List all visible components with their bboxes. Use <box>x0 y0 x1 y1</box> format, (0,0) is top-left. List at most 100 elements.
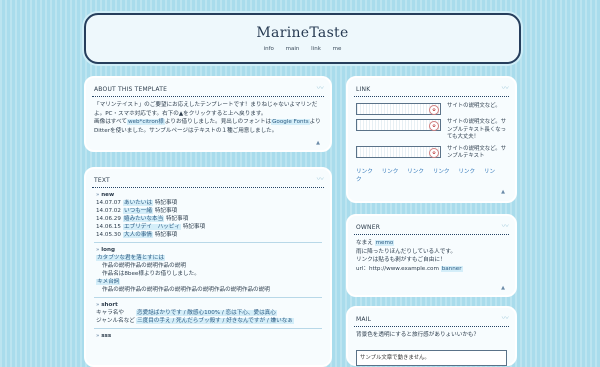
item-date: 14.07.07 <box>96 200 121 206</box>
mail-title-text: MAIL <box>356 316 372 323</box>
item-link[interactable]: いつも一緒 <box>123 208 153 214</box>
nav-link[interactable]: link <box>311 46 321 52</box>
item-date: 14.05.30 <box>96 232 121 238</box>
text-link[interactable]: リンク <box>458 169 475 175</box>
link-title: LINK 〰 <box>354 78 509 97</box>
link-title-text: LINK <box>356 86 371 93</box>
nav-info[interactable]: info <box>264 46 274 52</box>
about-title-text: ABOUT THIS TEMPLATE <box>94 86 168 93</box>
back-to-top-icon[interactable]: ▲ <box>501 189 505 195</box>
about-panel: ABOUT THIS TEMPLATE 〰 「マリンテイスト」のご要望にお応えし… <box>84 76 332 152</box>
banner-icon: ✿ <box>429 121 439 131</box>
owner-line-2: 雨に降ったりほんだりしている人です。 <box>356 248 456 255</box>
about-text-2a: 画像はすべて <box>94 119 127 125</box>
list-item: 14.07.07 あいたいは 特記事項 <box>96 199 322 207</box>
banner-desc: サイトの説明文など。サンプルテキスト長くなっても大丈夫！ <box>447 119 507 140</box>
nav-me[interactable]: me <box>333 46 342 52</box>
banner-desc: サイトの説明文など。サンプルテキスト <box>447 145 507 160</box>
long-section: long カタブツな君を落とすには 作品の説明作品の説明作品の説明 作品名は8b… <box>86 243 330 294</box>
item-date: 14.07.02 <box>96 208 121 214</box>
about-body: 「マリンテイスト」のご要望にお応えしたテンプレートです！まりねじゃないよマリンだ… <box>86 97 330 139</box>
link-banner[interactable]: ✿ <box>356 119 441 131</box>
section-heading: sss <box>96 332 322 340</box>
link-panel: LINK 〰 ✿ サイトの説明文など。 ✿ サイトの説明文など。サンプルテキスト… <box>346 76 517 203</box>
list-item: ジャンル名など 三度目の手え / 死んだらブッ殺す / 好きなんですが / 嫌いな… <box>96 317 322 325</box>
wave-icon: 〰 <box>316 175 324 183</box>
about-title: ABOUT THIS TEMPLATE 〰 <box>92 78 324 97</box>
section-heading: new <box>96 191 322 199</box>
item-link[interactable]: エブリデイ ハッピィ <box>123 224 181 230</box>
link-banner[interactable]: ✿ <box>356 145 441 158</box>
site-title[interactable]: MarineTaste <box>86 25 519 41</box>
wave-icon: 〰 <box>501 314 509 322</box>
story-link[interactable]: カタブツな君を落とすには <box>96 255 165 261</box>
about-text-1: 「マリンテイスト」のご要望にお応えしたテンプレートです！まりねじゃないよマリンだ… <box>94 102 318 117</box>
list-item: 14.06.29 嬉みたいな本当 特記事項 <box>96 215 322 223</box>
back-to-top-icon[interactable]: ▲ <box>316 140 320 146</box>
credit-link-webcitron[interactable]: web*citron様 <box>126 119 165 125</box>
text-link[interactable]: リンク <box>356 169 373 175</box>
link-banner-item: ✿ サイトの説明文など。サンプルテキスト長くなっても大丈夫！ <box>356 119 507 142</box>
back-to-top-icon[interactable]: ▲ <box>501 285 505 291</box>
story-link[interactable]: キメ台詞 <box>96 279 121 285</box>
row-links[interactable]: 三度目の手え / 死んだらブッ殺す / 好きなんですが / 嫌いなぁ <box>136 318 294 324</box>
item-note: 特記事項 <box>182 224 206 230</box>
item-link[interactable]: あいたいは <box>123 200 153 206</box>
row-label: ジャンル名など <box>96 318 135 324</box>
banner-icon: ✿ <box>429 105 439 115</box>
item-link[interactable]: 嬉みたいな本当 <box>123 216 165 222</box>
row-links[interactable]: 恋愛話ばかりです / 敵感心100% / 恋は下心、愛は真心 <box>136 310 277 316</box>
banner-icon: ✿ <box>429 147 439 158</box>
mail-panel: MAIL 〰 背景色を透明にすると旅行感がありょいいかも？ サンプル文章で動きま… <box>346 306 517 366</box>
main-nav: info main link me <box>86 46 519 52</box>
mail-title: MAIL 〰 <box>354 308 509 327</box>
sss-section: sss <box>86 329 330 340</box>
list-item: 14.05.30 大人の事情 特記事項 <box>96 231 322 239</box>
item-date: 14.06.29 <box>96 216 121 222</box>
owner-name-label: なまえ <box>356 240 373 246</box>
owner-line-3: リンクは貼るも剥がすもご自由に！ <box>356 257 446 263</box>
text-title: TEXT 〰 <box>92 169 324 188</box>
wave-icon: 〰 <box>501 84 509 92</box>
owner-body: なまえ memo 雨に降ったりほんだりしている人です。 リンクは貼るも剥がすもご… <box>348 235 515 277</box>
owner-panel: OWNER 〰 なまえ memo 雨に降ったりほんだりしている人です。 リンクは… <box>346 214 517 297</box>
wave-icon: 〰 <box>316 84 324 92</box>
nav-main[interactable]: main <box>286 46 300 52</box>
item-link[interactable]: 大人の事情 <box>123 232 153 238</box>
site-header: MarineTaste info main link me <box>84 13 521 64</box>
text-link[interactable]: リンク <box>382 169 399 175</box>
owner-name-link[interactable]: memo <box>374 240 395 246</box>
about-text-2c: よりお借りしました。見出しのフォントは <box>164 119 272 125</box>
text-link[interactable]: リンク <box>433 169 450 175</box>
mail-desc: 背景色を透明にすると旅行感がありょいいかも？ <box>356 332 480 338</box>
owner-banner-link[interactable]: banner <box>440 265 463 272</box>
section-heading: long <box>96 246 322 254</box>
short-section: short キャラ名や 恋愛話ばかりです / 敵感心100% / 恋は下心、愛は真… <box>86 298 330 325</box>
link-banner[interactable]: ✿ <box>356 103 441 115</box>
text-links: リンク リンク リンク リンク リンク リンク <box>356 167 507 183</box>
item-note: 特記事項 <box>165 216 189 222</box>
item-note: 特記事項 <box>154 232 178 238</box>
list-item: 14.07.02 いつも一緒 特記事項 <box>96 207 322 215</box>
link-banner-item: ✿ サイトの説明文など。サンプルテキスト <box>356 145 507 161</box>
section-heading: short <box>96 301 322 309</box>
item-note: 特記事項 <box>154 200 178 206</box>
item-date: 14.06.15 <box>96 224 121 230</box>
story-desc: 作品名は8bee様よりお借りしました。 <box>102 271 200 277</box>
story-desc: 作品の説明作品の説明作品の説明 <box>102 263 186 269</box>
row-label: キャラ名や <box>96 310 124 316</box>
item-note: 特記事項 <box>154 208 178 214</box>
list-item: 14.06.15 エブリデイ ハッピィ 特記事項 <box>96 223 322 231</box>
text-link[interactable]: リンク <box>407 169 424 175</box>
list-item: キャラ名や 恋愛話ばかりです / 敵感心100% / 恋は下心、愛は真心 <box>96 309 322 317</box>
owner-title-text: OWNER <box>356 224 381 231</box>
link-banner-item: ✿ サイトの説明文など。 <box>356 103 507 115</box>
banner-desc: サイトの説明文など。 <box>447 103 501 109</box>
story-desc: 作品の説明作品の説明作品の説明作品の説明作品の説明作品の説明 <box>102 287 270 293</box>
owner-url[interactable]: url：http://www.example.com <box>356 266 439 272</box>
text-title-text: TEXT <box>94 177 110 184</box>
credit-link-google-fonts[interactable]: Google Fonts <box>271 119 310 125</box>
owner-title: OWNER 〰 <box>354 216 509 235</box>
wave-icon: 〰 <box>501 222 509 230</box>
new-section: new 14.07.07あいたいは 特記事項 14.07.02いつも一緒 特記事… <box>86 188 330 239</box>
